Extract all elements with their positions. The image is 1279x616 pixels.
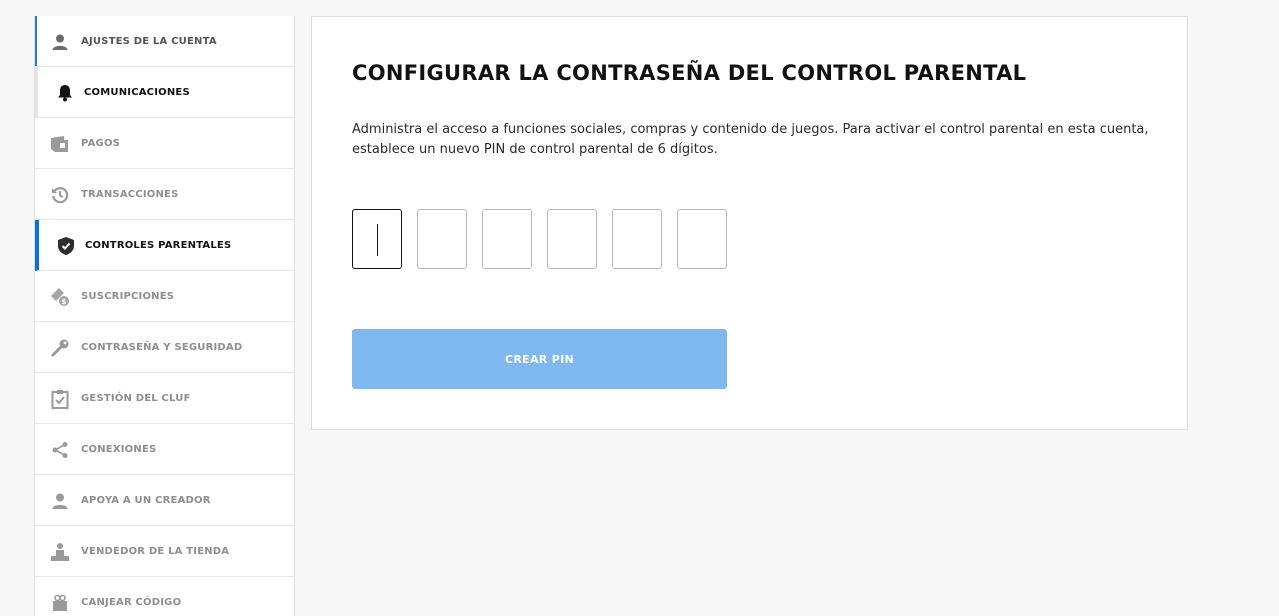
sidebar-item-parental-controls[interactable]: CONTROLES PARENTALES xyxy=(35,220,294,271)
sidebar-item-label: TRANSACCIONES xyxy=(81,188,179,200)
sidebar-item-payments[interactable]: PAGOS xyxy=(35,118,294,169)
parental-pin-panel: CONFIGURAR LA CONTRASEÑA DEL CONTROL PAR… xyxy=(311,16,1188,430)
sidebar-item-label: CONEXIONES xyxy=(81,443,157,455)
key-icon xyxy=(49,337,71,359)
user-icon xyxy=(49,490,71,512)
page-title: CONFIGURAR LA CONTRASEÑA DEL CONTROL PAR… xyxy=(352,61,1027,85)
sidebar-item-label: CONTROLES PARENTALES xyxy=(85,239,232,251)
sidebar-item-label: CANJEAR CÓDIGO xyxy=(81,596,182,608)
sidebar-item-label: APOYA A UN CREADOR xyxy=(81,494,211,506)
pin-digit-3-input[interactable] xyxy=(482,209,532,269)
sidebar-item-label: SUSCRIPCIONES xyxy=(81,290,175,302)
sidebar-item-redeem-code[interactable]: CANJEAR CÓDIGO xyxy=(35,577,294,616)
seller-icon xyxy=(49,541,71,563)
sidebar-item-connections[interactable]: CONEXIONES xyxy=(35,424,294,475)
pin-digit-1-input[interactable] xyxy=(352,209,402,269)
sidebar-item-label: AJUSTES DE LA CUENTA xyxy=(81,35,217,47)
sidebar-item-support-creator[interactable]: APOYA A UN CREADOR xyxy=(35,475,294,526)
wallet-icon xyxy=(49,133,71,155)
pin-digit-2-input[interactable] xyxy=(417,209,467,269)
share-icon xyxy=(49,439,71,461)
sidebar-item-label: VENDEDOR DE LA TIENDA xyxy=(81,545,230,557)
pin-digit-5-input[interactable] xyxy=(612,209,662,269)
settings-sidebar: AJUSTES DE LA CUENTA COMUNICACIONES PAGO… xyxy=(34,16,295,616)
pin-digit-6-input[interactable] xyxy=(677,209,727,269)
sidebar-item-subscriptions[interactable]: $ SUSCRIPCIONES xyxy=(35,271,294,322)
history-icon xyxy=(49,184,71,206)
sidebar-item-account-settings[interactable]: AJUSTES DE LA CUENTA xyxy=(35,16,294,67)
sidebar-item-label: CONTRASEÑA Y SEGURIDAD xyxy=(81,341,243,353)
sidebar-item-store-seller[interactable]: VENDEDOR DE LA TIENDA xyxy=(35,526,294,577)
sidebar-item-password-security[interactable]: CONTRASEÑA Y SEGURIDAD xyxy=(35,322,294,373)
create-pin-button[interactable]: CREAR PIN xyxy=(352,329,727,389)
user-icon xyxy=(49,31,71,53)
sidebar-item-eula-management[interactable]: GESTIÓN DEL CLUF xyxy=(35,373,294,424)
sidebar-item-label: COMUNICACIONES xyxy=(84,86,190,98)
sidebar-item-label: GESTIÓN DEL CLUF xyxy=(81,392,191,404)
gift-icon xyxy=(49,592,71,614)
pin-input-group xyxy=(352,209,727,269)
pin-digit-4-input[interactable] xyxy=(547,209,597,269)
clipboard-check-icon xyxy=(49,388,71,410)
svg-text:$: $ xyxy=(61,298,66,306)
subscription-icon: $ xyxy=(49,286,71,308)
sidebar-item-transactions[interactable]: TRANSACCIONES xyxy=(35,169,294,220)
sidebar-item-label: PAGOS xyxy=(81,137,121,149)
page-description: Administra el acceso a funciones sociale… xyxy=(352,122,1149,157)
shield-check-icon xyxy=(55,235,77,257)
sidebar-item-communications[interactable]: COMUNICACIONES xyxy=(35,67,294,118)
bell-icon xyxy=(54,82,76,104)
